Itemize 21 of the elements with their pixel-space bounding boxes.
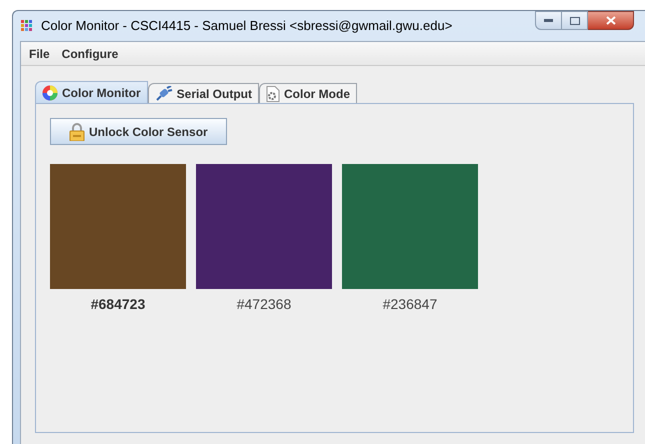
tab[interactable]: Color Monitor: [35, 81, 148, 103]
maximize-icon: [570, 16, 580, 24]
hex-label: #236847: [382, 295, 438, 314]
document-gear-icon: [266, 86, 280, 102]
window-title: Color Monitor - CSCI4415 - Samuel Bressi <sbressi@gwmail.gwu.edu>: [41, 17, 452, 36]
close-button[interactable]: [588, 11, 634, 30]
color-wheel-icon: [42, 84, 58, 100]
unlock-button[interactable]: Unlock Color Sensor: [50, 118, 227, 145]
menu-item[interactable]: File: [25, 44, 54, 62]
hex-label: #472368: [236, 295, 292, 314]
padlock-icon: [69, 122, 85, 140]
app-icon: [21, 20, 33, 32]
tab[interactable]: Serial Output: [148, 83, 259, 103]
minimize-button[interactable]: [535, 11, 562, 30]
maximize-button[interactable]: [562, 11, 588, 30]
plug-icon: [154, 86, 173, 102]
minimize-icon: [544, 19, 553, 22]
close-icon: [606, 16, 616, 25]
menu-item[interactable]: Configure: [58, 44, 122, 62]
tab[interactable]: Color Mode: [259, 83, 357, 103]
hex-label: #684723: [90, 295, 146, 314]
